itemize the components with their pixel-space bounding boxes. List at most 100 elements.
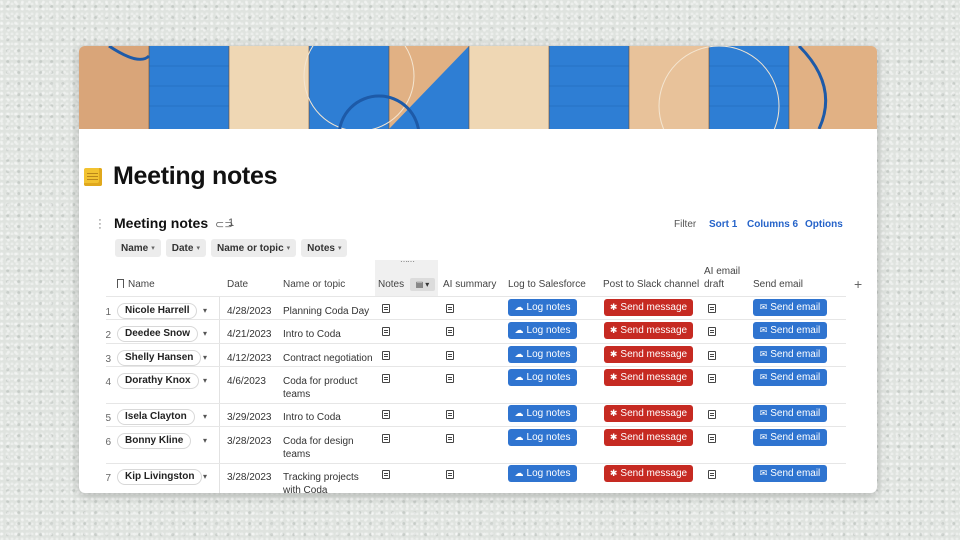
ai-email-draft-document-icon[interactable] [708,374,716,383]
topic-line: teams [283,389,311,400]
ai-summary-document-icon[interactable] [446,470,454,479]
topic-line: Planning Coda Day [283,306,370,317]
send-message-button[interactable]: ✱ Send message [604,299,693,316]
email-icon: ✉ [759,302,768,312]
chevron-down-icon[interactable]: ▾ [203,436,207,445]
date-cell: 4/12/2023 [227,353,272,364]
topic-cell: Planning Coda Day [283,305,369,318]
topic-cell: Intro to Coda [283,411,341,424]
log-notes-button[interactable]: ☁ Log notes [508,465,577,482]
name-chip[interactable]: Dorathy Knox [117,373,199,389]
ai-email-draft-document-icon[interactable] [708,304,716,313]
ai-summary-document-icon[interactable] [446,374,454,383]
row-number: 6 [105,437,111,448]
slack-icon: ✱ [609,349,618,359]
slack-icon: ✱ [609,325,618,335]
column-header-notes[interactable]: Notes [378,279,404,290]
chevron-down-icon[interactable]: ▾ [203,329,207,338]
email-icon: ✉ [759,325,768,335]
slack-icon: ✱ [609,468,618,478]
notes-document-icon[interactable] [382,410,390,419]
log-notes-button[interactable]: ☁ Log notes [508,322,577,339]
date-cell: 4/21/2023 [227,329,272,340]
send-message-button[interactable]: ✱ Send message [604,322,693,339]
topic-line: Intro to Coda [283,412,341,423]
column-drag-handle[interactable]: ⋯⋯ [400,257,415,266]
bookmark-icon [117,279,124,288]
row-number: 5 [105,413,111,424]
name-chip[interactable]: Bonny Kline [117,433,192,449]
chevron-down-icon[interactable]: ▾ [203,353,207,362]
name-chip[interactable]: Kip Livingston [117,469,203,485]
send-email-button[interactable]: ✉ Send email [753,346,827,363]
ai-email-draft-document-icon[interactable] [708,351,716,360]
send-message-button[interactable]: ✱ Send message [604,465,693,482]
date-cell: 3/28/2023 [227,436,272,447]
date-cell: 3/28/2023 [227,472,272,483]
column-header-date[interactable]: Date [227,279,248,290]
topic-cell: Tracking projects with Coda [283,471,359,493]
add-column-plus-icon[interactable]: + [854,276,862,292]
log-notes-button[interactable]: ☁ Log notes [508,429,577,446]
name-chip[interactable]: Nicole Harrell [117,303,198,319]
notes-document-icon[interactable] [382,434,390,443]
chevron-down-icon[interactable]: ▾ [203,472,207,481]
ai-email-draft-document-icon[interactable] [708,327,716,336]
cloud-icon: ☁ [514,372,524,382]
send-email-button[interactable]: ✉ Send email [753,299,827,316]
ai-summary-document-icon[interactable] [446,410,454,419]
name-chip[interactable]: Deedee Snow [117,326,199,342]
send-message-button[interactable]: ✱ Send message [604,429,693,446]
column-header-ai-summary[interactable]: AI summary [443,279,496,290]
column-header-name[interactable]: Name [128,279,155,290]
send-email-button[interactable]: ✉ Send email [753,429,827,446]
ai-summary-document-icon[interactable] [446,434,454,443]
column-header-slack[interactable]: Post to Slack channel [603,279,699,290]
log-notes-button[interactable]: ☁ Log notes [508,299,577,316]
cloud-icon: ☁ [514,325,524,335]
chevron-down-icon[interactable]: ▾ [203,376,207,385]
ai-email-draft-document-icon[interactable] [708,434,716,443]
notes-column-menu-button[interactable]: ▤ ▾ [410,278,435,291]
column-header-topic[interactable]: Name or topic [283,279,345,290]
send-email-button[interactable]: ✉ Send email [753,465,827,482]
ai-summary-document-icon[interactable] [446,351,454,360]
column-header-ai-email[interactable]: AI email draft [704,265,740,291]
date-cell: 4/6/2023 [227,376,266,387]
send-message-button[interactable]: ✱ Send message [604,405,693,422]
table-grid: ⋯⋯ Name Date Name or topic Notes ▤ ▾ AI s… [79,46,877,493]
send-message-button[interactable]: ✱ Send message [604,346,693,363]
log-notes-button[interactable]: ☁ Log notes [508,369,577,386]
log-notes-button[interactable]: ☁ Log notes [508,405,577,422]
notes-document-icon[interactable] [382,351,390,360]
row-separator [106,319,846,320]
notes-document-icon[interactable] [382,327,390,336]
row-separator [106,463,846,464]
row-number: 4 [105,377,111,388]
log-notes-button[interactable]: ☁ Log notes [508,346,577,363]
chevron-down-icon[interactable]: ▾ [203,306,207,315]
send-email-button[interactable]: ✉ Send email [753,369,827,386]
ai-summary-document-icon[interactable] [446,304,454,313]
chevron-down-icon: ▾ [425,280,430,289]
column-header-send-email[interactable]: Send email [753,279,803,290]
ai-email-draft-document-icon[interactable] [708,410,716,419]
column-header-log-salesforce[interactable]: Log to Salesforce [508,279,586,290]
notes-document-icon[interactable] [382,470,390,479]
send-email-button[interactable]: ✉ Send email [753,405,827,422]
row-number: 2 [105,330,111,341]
topic-cell: Contract negotiation [283,352,373,365]
chevron-down-icon[interactable]: ▾ [203,412,207,421]
ai-summary-document-icon[interactable] [446,327,454,336]
send-message-button[interactable]: ✱ Send message [604,369,693,386]
send-email-button[interactable]: ✉ Send email [753,322,827,339]
name-chip[interactable]: Isela Clayton [117,409,195,425]
slack-icon: ✱ [609,302,618,312]
row-separator [106,366,846,367]
notes-document-icon[interactable] [382,374,390,383]
notes-document-icon[interactable] [382,304,390,313]
topic-line: with Coda [283,485,328,493]
ai-email-draft-document-icon[interactable] [708,470,716,479]
email-icon: ✉ [759,408,768,418]
name-chip[interactable]: Shelly Hansen [117,350,202,366]
